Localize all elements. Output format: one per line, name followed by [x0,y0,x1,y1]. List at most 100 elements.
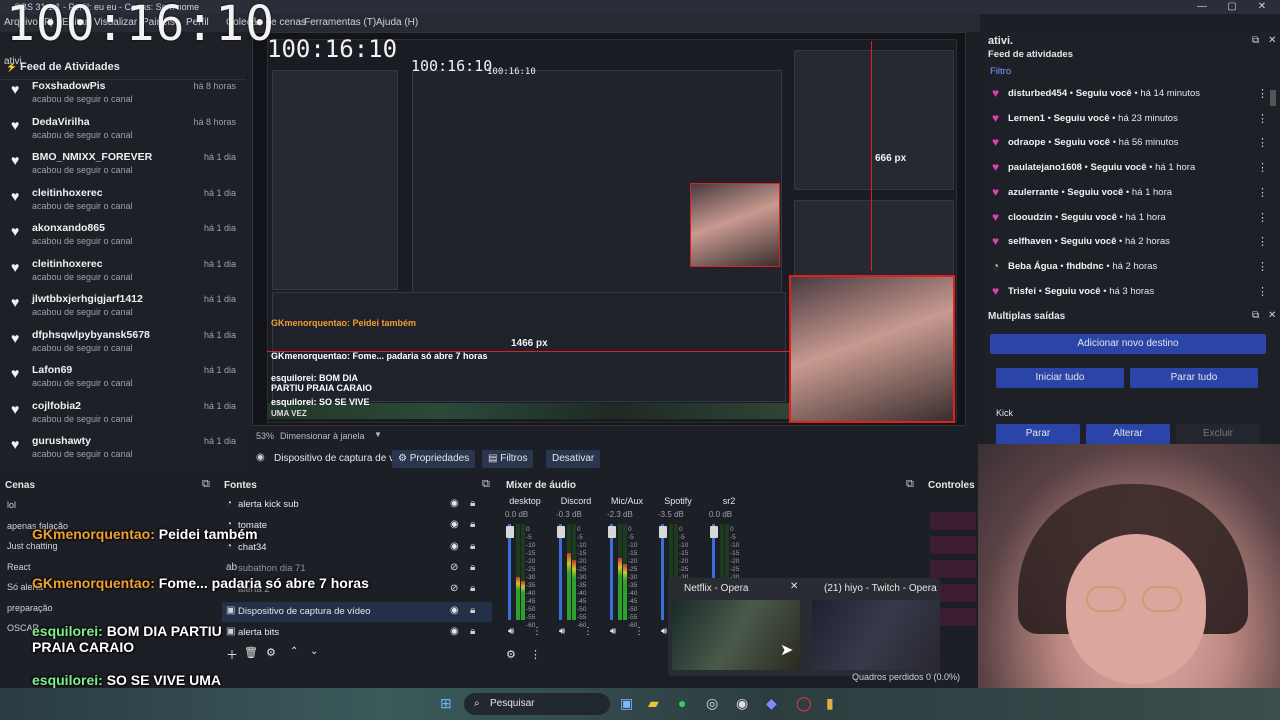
fader-knob[interactable] [710,526,718,538]
more-options-icon[interactable]: ⋮ [1257,87,1268,100]
undock-icon[interactable]: ⧉ [1252,35,1259,46]
volume-fader[interactable] [559,524,562,620]
source-item[interactable]: ◔ tomate ◉ 🔒︎ [222,516,492,536]
filters-button[interactable]: ▤ Filtros [482,450,534,468]
undock-icon[interactable]: ⧉ [202,478,210,491]
speaker-icon[interactable]: 🔊︎ [508,626,514,637]
thumbnail-netflix[interactable]: Netflix - Opera ✕ [668,578,804,676]
windows-start-icon[interactable]: ⊞ [440,695,452,712]
scene-item[interactable]: lol [7,500,16,510]
folder-icon[interactable]: ▰ [648,695,659,712]
volume-fader[interactable] [610,524,613,620]
maximize-button[interactable]: ▢ [1220,1,1244,12]
minimize-button[interactable]: — [1190,1,1214,12]
app-icon[interactable]: ▣ [620,695,633,712]
opera-icon[interactable]: ◯ [796,695,812,712]
gear-icon[interactable]: ⚙ [266,646,276,659]
add-destination-button[interactable]: Adicionar novo destino [990,334,1266,354]
close-icon[interactable]: ✕ [790,581,798,592]
start-all-button[interactable]: Iniciar tudo [996,368,1124,388]
undock-icon[interactable]: ⧉ [906,478,914,491]
mixer-gear-icon[interactable]: ⚙ [506,648,516,661]
more-options-icon[interactable]: ⋮ [1257,186,1268,199]
dest-change-button[interactable]: Alterar [1086,424,1170,444]
lock-icon[interactable]: 🔒︎ [470,498,475,509]
eye-icon[interactable]: ◉ [450,498,459,509]
lock-icon[interactable]: 🔒︎ [470,583,475,594]
close-icon[interactable]: ✕ [1268,35,1276,46]
discord-icon[interactable]: ◆ [766,695,777,712]
eye-icon[interactable]: ◉ [450,626,459,637]
dest-delete-button[interactable]: Excluir [1176,424,1260,444]
speaker-icon[interactable]: 🔊︎ [661,626,667,637]
control-slot[interactable] [930,560,976,578]
meter-tick: -10 [526,542,536,549]
eye-icon[interactable]: ◉ [450,519,459,530]
more-options-icon[interactable]: ⋮ [1257,136,1268,149]
chevron-up-icon[interactable]: ⌃ [290,646,298,657]
lock-icon[interactable]: 🔒︎ [470,541,475,552]
more-options-icon[interactable]: ⋮ [583,626,593,637]
app-icon[interactable]: ▮ [826,695,834,712]
chat-msg: Peidei também [158,526,258,542]
more-options-icon[interactable]: ⋮ [634,626,644,637]
undock-icon[interactable]: ⧉ [482,478,490,491]
chevron-down-icon[interactable]: ⌄ [310,646,318,657]
mixer-menu-icon[interactable]: ⋮ [530,648,541,661]
volume-fader[interactable] [508,524,511,620]
lock-icon[interactable]: 🔒︎ [470,562,475,573]
zoom-mode-select[interactable]: Dimensionar à janela [280,431,365,441]
fader-knob[interactable] [506,526,514,538]
more-options-icon[interactable]: ⋮ [1257,260,1268,273]
stop-all-button[interactable]: Parar tudo [1130,368,1258,388]
control-slot[interactable] [930,536,976,554]
eye-hidden-icon[interactable]: ⊘ [450,583,458,594]
close-icon[interactable]: ✕ [1268,310,1276,321]
speaker-icon[interactable]: 🔊︎ [559,626,565,637]
close-button[interactable]: ✕ [1250,1,1274,12]
control-slot[interactable] [930,512,976,530]
filter-link[interactable]: Filtro [990,66,1011,77]
trash-icon[interactable]: 🗑 [244,646,258,659]
properties-button[interactable]: ⚙ Propriedades [392,450,476,468]
scene-item[interactable]: Just chatting [7,541,58,551]
chat-user: esquilorei: [32,672,103,688]
more-options-icon[interactable]: ⋮ [1257,112,1268,125]
volume-fader[interactable] [661,524,664,620]
more-options-icon[interactable]: ⋮ [1257,285,1268,298]
eye-hidden-icon[interactable]: ⊘ [450,562,458,573]
eye-icon[interactable]: ◉ [450,605,459,616]
fader-knob[interactable] [557,526,565,538]
eye-icon[interactable]: ◉ [450,541,459,552]
more-options-icon[interactable]: ⋮ [1257,161,1268,174]
lock-icon[interactable]: 🔒︎ [470,626,475,637]
steam-icon[interactable]: ◎ [706,695,718,712]
source-item[interactable]: ▣ Dispositivo de captura de vídeo ◉ 🔒︎ [222,601,492,622]
dest-stop-button[interactable]: Parar [996,424,1080,444]
fader-knob[interactable] [608,526,616,538]
disable-button[interactable]: Desativar [546,450,601,468]
taskbar-search[interactable]: ⌕ Pesquisar [464,693,610,715]
menu-ajuda[interactable]: Ajuda (H) [376,17,418,28]
chevron-down-icon[interactable]: ▼ [374,430,382,439]
glasses-right [1142,586,1182,612]
source-item[interactable]: ◔ alerta kick sub ◉ 🔒︎ [222,495,492,515]
source-item[interactable]: ▣ alerta bits ◉ 🔒︎ [222,623,492,643]
program-preview[interactable]: 100:16:10 100:16:10 100:16:10 666 px 146… [252,32,966,426]
more-options-icon[interactable]: ⋮ [1257,211,1268,224]
lock-icon[interactable]: 🔒︎ [470,605,475,616]
spotify-icon[interactable]: ● [678,695,686,711]
undock-icon[interactable]: ⧉ [1252,310,1259,321]
scene-item[interactable]: preparação [7,603,53,613]
speaker-icon[interactable]: 🔊︎ [610,626,616,637]
obs-icon[interactable]: ◉ [736,695,748,712]
more-options-icon[interactable]: ⋮ [1257,235,1268,248]
lock-icon[interactable]: 🔒︎ [470,519,475,530]
menu-ferramentas[interactable]: Ferramentas (T) [304,17,376,28]
selected-webcam-source[interactable] [789,275,955,423]
thumbnail-twitch[interactable]: (21) hiyo - Twitch - Opera [808,578,944,676]
scene-item[interactable]: React [7,562,31,572]
source-item[interactable]: ◔ chat34 ◉ 🔒︎ [222,538,492,558]
fader-knob[interactable] [659,526,667,538]
more-options-icon[interactable]: ⋮ [532,626,542,637]
